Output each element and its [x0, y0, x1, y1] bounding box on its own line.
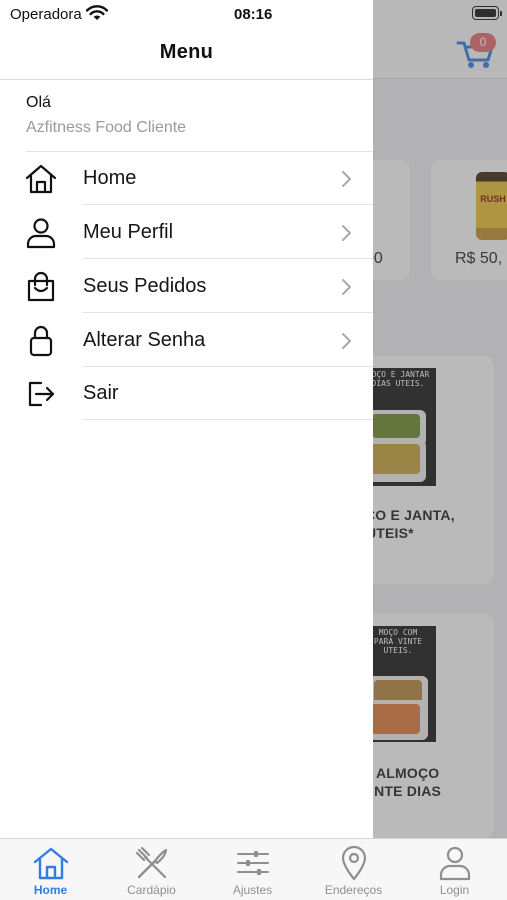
tab-ajustes[interactable]: Ajustes: [202, 839, 303, 900]
shopping-bag-icon: [27, 271, 55, 302]
side-drawer: Operadora 08:16 Menu Olá Azfitness Food …: [0, 0, 373, 838]
tab-label: Home: [33, 883, 68, 897]
user-name: Azfitness Food Cliente: [26, 119, 187, 136]
wifi-icon: [86, 5, 108, 20]
status-bar: Operadora 08:16: [0, 0, 373, 28]
menu-item-label: Seus Pedidos: [83, 275, 207, 297]
tab-home[interactable]: Home: [0, 839, 101, 900]
tab-label: Login: [439, 883, 470, 897]
divider: [83, 204, 373, 205]
utensils-icon: [135, 846, 168, 879]
tab-label: Ajustes: [232, 883, 273, 897]
menu-item-label: Sair: [83, 382, 119, 404]
home-icon: [33, 847, 69, 880]
menu-item-orders[interactable]: Seus Pedidos: [0, 260, 373, 313]
chevron-right-icon: [342, 225, 351, 241]
chevron-right-icon: [342, 171, 351, 187]
menu-item-home[interactable]: Home: [0, 152, 373, 205]
divider: [0, 79, 373, 80]
divider: [83, 419, 373, 420]
tab-label: Endereços: [324, 883, 383, 897]
user-icon: [439, 846, 471, 881]
menu-item-label: Alterar Senha: [83, 329, 206, 351]
drawer-title: Menu: [159, 41, 214, 63]
menu-item-profile[interactable]: Meu Perfil: [0, 206, 373, 259]
location-pin-icon: [341, 845, 367, 881]
menu-item-change-password[interactable]: Alterar Senha: [0, 314, 373, 367]
tab-login[interactable]: Login: [404, 839, 505, 900]
clock: 08:16: [234, 6, 273, 23]
tab-label: Cardápio: [127, 883, 176, 897]
menu-item-label: Home: [83, 167, 137, 189]
sliders-icon: [237, 851, 269, 875]
greeting: Olá: [26, 94, 51, 111]
divider: [83, 312, 373, 313]
menu-item-label: Meu Perfil: [83, 221, 174, 243]
tab-enderecos[interactable]: Endereços: [303, 839, 404, 900]
chevron-right-icon: [342, 279, 351, 295]
home-icon: [25, 164, 57, 194]
menu-item-logout[interactable]: Sair: [0, 367, 373, 420]
chevron-right-icon: [342, 333, 351, 349]
logout-icon: [28, 381, 55, 407]
user-icon: [26, 218, 56, 249]
tab-cardapio[interactable]: Cardápio: [101, 839, 202, 900]
lock-icon: [29, 325, 53, 357]
divider: [83, 258, 373, 259]
tab-bar: Home Cardápio Ajustes Endereços Login: [0, 838, 507, 900]
carrier-label: Operadora: [10, 6, 82, 23]
